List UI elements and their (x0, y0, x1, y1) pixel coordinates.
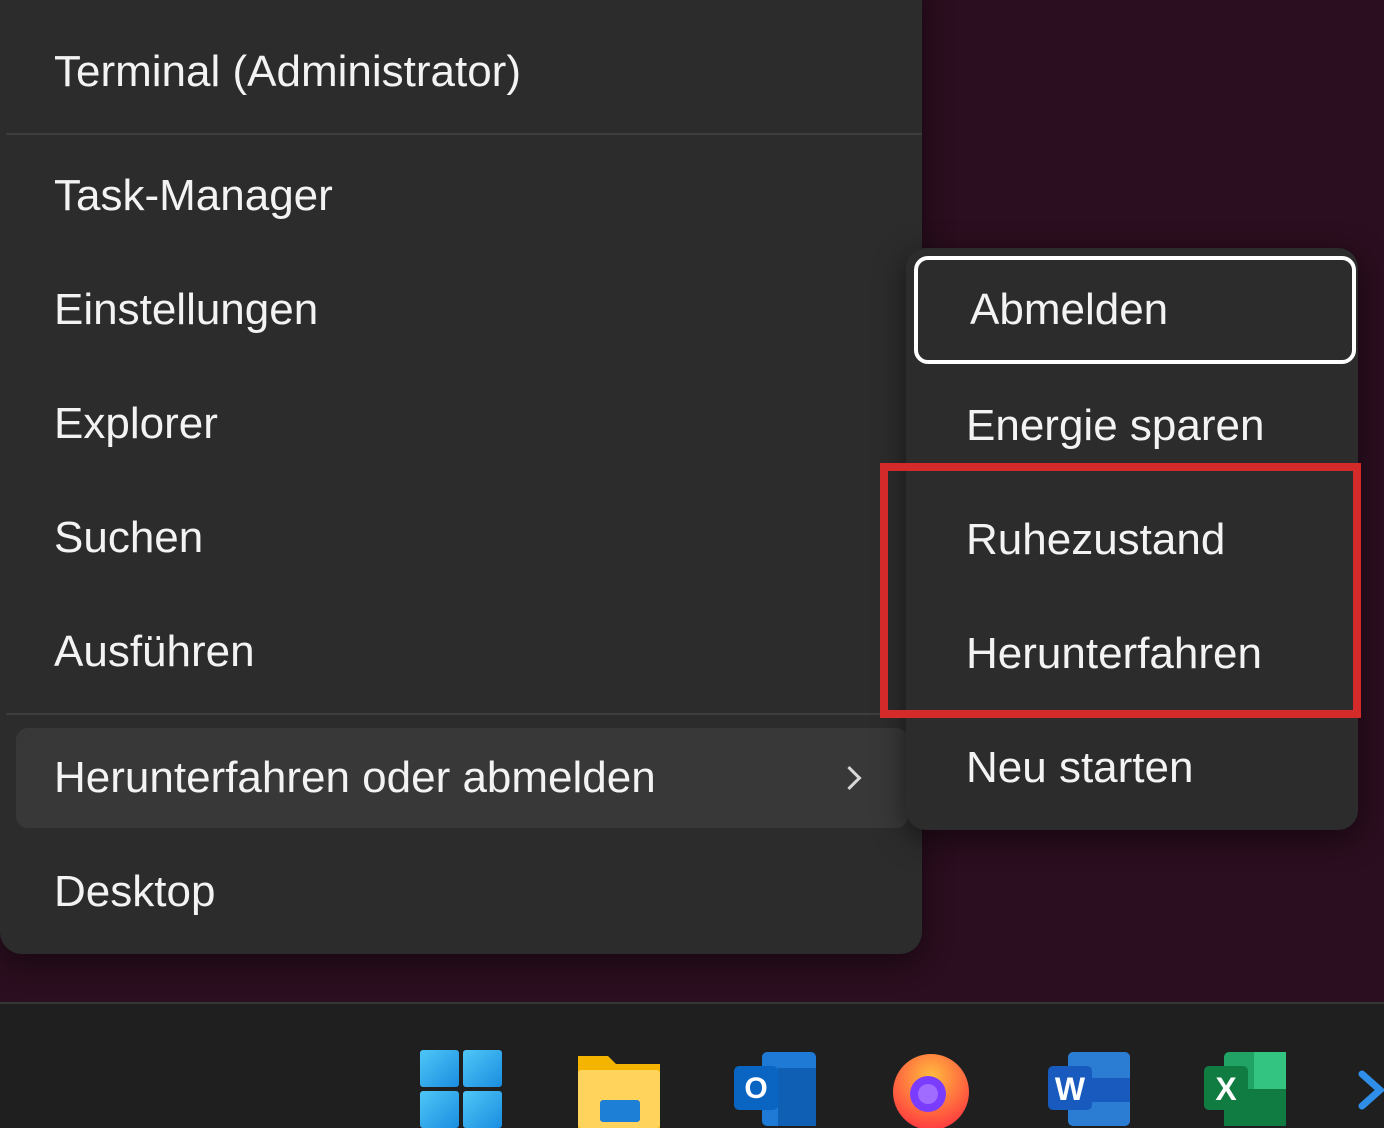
menu-item-label: Terminal (Administrator) (54, 47, 521, 96)
menu-item-label: Explorer (54, 399, 218, 448)
menu-item-desktop[interactable]: Desktop (0, 842, 922, 942)
winx-context-menu: Terminal (Administrator) Task-Manager Ei… (0, 0, 922, 954)
menu-item-run[interactable]: Ausführen (0, 602, 922, 702)
menu-item-label: Task-Manager (54, 171, 333, 220)
svg-text:O: O (744, 1072, 767, 1105)
submenu-item-label: Herunterfahren (966, 629, 1262, 678)
menu-item-label: Suchen (54, 513, 204, 562)
chevron-right-icon (837, 765, 862, 791)
outlook-icon[interactable]: O (732, 1048, 818, 1128)
menu-item-label: Desktop (54, 867, 216, 916)
submenu-item-hibernate[interactable]: Ruhezustand (906, 490, 1358, 590)
submenu-item-label: Ruhezustand (966, 515, 1226, 564)
excel-icon[interactable]: X (1202, 1048, 1288, 1128)
menu-item-label: Einstellungen (54, 285, 319, 334)
menu-item-label: Herunterfahren oder abmelden (54, 753, 656, 802)
taskbar: O W X (0, 1002, 1384, 1128)
menu-item-explorer[interactable]: Explorer (0, 374, 922, 474)
menu-item-task-manager[interactable]: Task-Manager (0, 146, 922, 246)
submenu-item-sleep[interactable]: Energie sparen (906, 376, 1358, 476)
submenu-item-label: Energie sparen (966, 401, 1265, 450)
chevron-icon[interactable] (1358, 1068, 1384, 1112)
menu-separator (6, 713, 922, 715)
firefox-icon[interactable] (888, 1048, 974, 1128)
submenu-item-sign-out[interactable]: Abmelden (914, 256, 1356, 364)
word-icon[interactable]: W (1046, 1048, 1132, 1128)
svg-text:W: W (1055, 1071, 1086, 1107)
menu-separator (6, 133, 922, 135)
menu-item-terminal-admin[interactable]: Terminal (Administrator) (0, 22, 922, 122)
svg-text:X: X (1215, 1071, 1237, 1107)
file-explorer-icon[interactable] (576, 1048, 662, 1128)
menu-item-label: Ausführen (54, 627, 255, 676)
shutdown-submenu: Abmelden Energie sparen Ruhezustand Heru… (906, 248, 1358, 830)
windows-start-icon[interactable] (418, 1048, 504, 1128)
menu-item-shutdown-or-signout[interactable]: Herunterfahren oder abmelden (16, 728, 908, 828)
submenu-item-shut-down[interactable]: Herunterfahren (906, 604, 1358, 704)
menu-item-settings[interactable]: Einstellungen (0, 260, 922, 360)
submenu-item-label: Neu starten (966, 743, 1194, 792)
submenu-item-label: Abmelden (970, 285, 1169, 334)
menu-item-search[interactable]: Suchen (0, 488, 922, 588)
submenu-item-restart[interactable]: Neu starten (906, 718, 1358, 818)
